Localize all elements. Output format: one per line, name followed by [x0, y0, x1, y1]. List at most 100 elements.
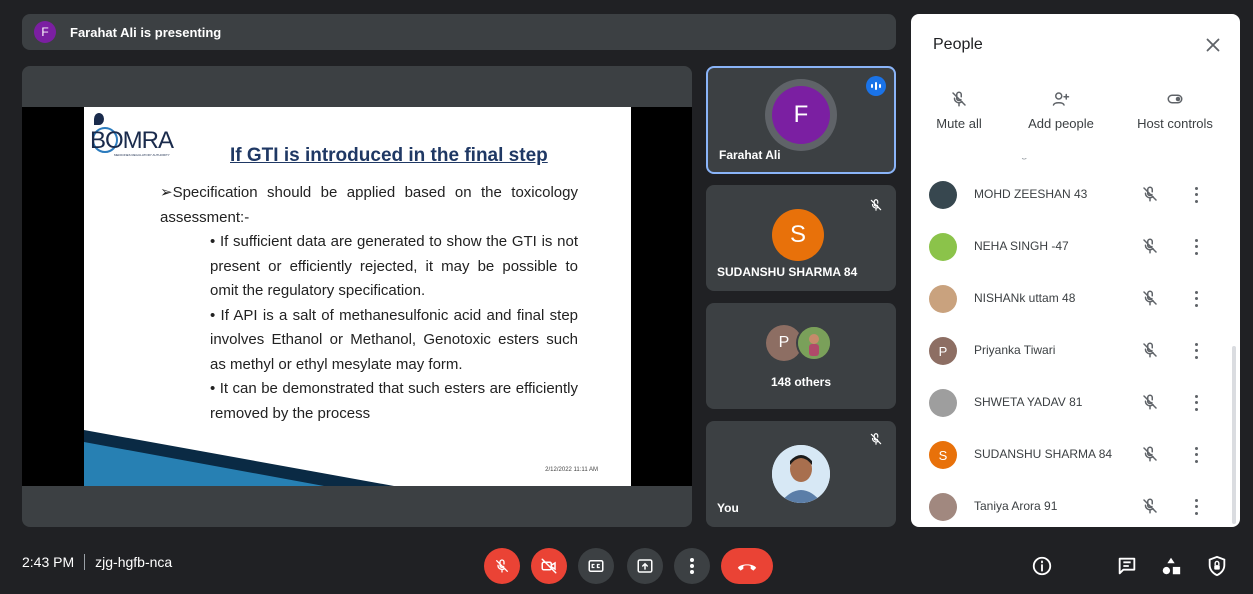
- list-item[interactable]: SHWETA YADAV 81: [911, 377, 1231, 429]
- shared-screen: BOMRA MEDICINES REGULATORY AUTHORITY If …: [22, 107, 692, 486]
- participant-name: Taniya Arora 91: [974, 499, 1058, 513]
- add-person-icon: [1052, 92, 1070, 106]
- list-item-partial: g: [911, 158, 1231, 164]
- participant-name: Farahat Ali: [719, 148, 781, 162]
- participant-avatar: P: [929, 337, 957, 365]
- mic-off-icon[interactable]: [1141, 341, 1159, 359]
- presenting-label: Farahat Ali is presenting: [70, 24, 222, 40]
- presenter-avatar: F: [34, 21, 56, 43]
- captions-icon: [588, 560, 604, 572]
- slide-title: If GTI is introduced in the final step: [230, 145, 548, 166]
- divider: [84, 554, 86, 570]
- self-photo-avatar: [772, 445, 830, 503]
- participant-tile-sudanshu[interactable]: S SUDANSHU SHARMA 84: [706, 185, 896, 291]
- scrollbar[interactable]: [1232, 346, 1236, 524]
- camera-off-icon: [541, 558, 557, 574]
- self-tile[interactable]: You: [706, 421, 896, 527]
- more-options-icon[interactable]: [1191, 237, 1201, 257]
- logo-pin-icon: [94, 113, 104, 125]
- captions-button[interactable]: [578, 548, 614, 584]
- participant-photo-avatar: [796, 325, 832, 361]
- mic-off-icon: [866, 429, 886, 449]
- close-icon[interactable]: [1202, 34, 1224, 56]
- mic-off-icon[interactable]: [1141, 445, 1159, 463]
- meeting-details-icon[interactable]: [1031, 555, 1053, 577]
- add-people-button[interactable]: Add people: [1021, 90, 1101, 131]
- mic-off-icon[interactable]: [1141, 289, 1159, 307]
- mic-toggle-button[interactable]: [484, 548, 520, 584]
- mic-off-icon[interactable]: [1141, 497, 1159, 515]
- camera-toggle-button[interactable]: [531, 548, 567, 584]
- host-controls-button[interactable]: Host controls: [1133, 90, 1217, 131]
- others-count: 148 others: [770, 375, 832, 389]
- mic-off-icon[interactable]: [1141, 185, 1159, 203]
- slide-point: • It can be demonstrated that such ester…: [210, 380, 578, 422]
- slide-decoration: [84, 442, 324, 486]
- participant-avatar: F: [772, 86, 830, 144]
- participant-avatar: S: [772, 209, 824, 261]
- meeting-code: zjg-hgfb-nca: [95, 554, 173, 570]
- more-options-icon[interactable]: [1191, 497, 1201, 517]
- slide-point: • If sufficient data are generated to sh…: [210, 233, 578, 299]
- more-options-icon[interactable]: [1191, 341, 1201, 361]
- slide-point: • If API is a salt of methanesulfonic ac…: [210, 306, 578, 373]
- mic-off-icon[interactable]: [1141, 237, 1159, 255]
- participant-name: NEHA SINGH -47: [974, 239, 1069, 253]
- host-controls-label: Host controls: [1137, 116, 1213, 131]
- hang-up-icon: [737, 564, 757, 571]
- add-people-label: Add people: [1028, 116, 1094, 131]
- chat-icon[interactable]: [1116, 555, 1138, 577]
- more-options-icon[interactable]: [1191, 289, 1201, 309]
- more-options-icon[interactable]: [1191, 185, 1201, 205]
- participant-list: g MOHD ZEESHAN 43 NEHA SINGH -47 NISHANk…: [911, 158, 1240, 527]
- slide-date: 2/12/2022 11:11 AM: [545, 467, 598, 473]
- host-controls-shield-icon[interactable]: [1206, 555, 1228, 577]
- participant-photo-avatar: [929, 285, 957, 313]
- bomra-logo: BOMRA MEDICINES REGULATORY AUTHORITY: [90, 113, 200, 159]
- logo-text: BOMRA: [90, 127, 174, 154]
- participant-name: SUDANSHU SHARMA 84: [717, 265, 858, 279]
- more-vert-icon: [690, 558, 694, 574]
- activities-icon[interactable]: [1160, 555, 1182, 577]
- participant-name: You: [717, 501, 739, 515]
- meet-window: F Farahat Ali is presenting BOMRA MEDICI…: [0, 0, 1253, 594]
- slide-lead: ➢Specification should be applied based o…: [160, 184, 578, 226]
- mic-off-icon: [496, 559, 508, 573]
- mic-off-icon: [952, 91, 966, 107]
- participant-photo-avatar: [929, 233, 957, 261]
- participant-tile-farahat[interactable]: F Farahat Ali: [706, 66, 896, 174]
- clock: 2:43 PM: [22, 554, 75, 570]
- speaking-indicator-icon: [866, 76, 886, 96]
- toggle-icon: [1167, 94, 1183, 104]
- participant-name: SHWETA YADAV 81: [974, 395, 1083, 409]
- people-panel: People Mute all Add people Host controls…: [911, 14, 1240, 527]
- present-now-button[interactable]: [627, 548, 663, 584]
- participant-photo-avatar: [929, 389, 957, 417]
- participant-photo-avatar: [929, 493, 957, 521]
- meeting-info: 2:43 PM zjg-hgfb-nca: [22, 554, 172, 570]
- list-item[interactable]: MOHD ZEESHAN 43: [911, 169, 1231, 221]
- list-item[interactable]: Taniya Arora 91: [911, 481, 1231, 527]
- more-options-icon[interactable]: [1191, 445, 1201, 465]
- list-item[interactable]: S SUDANSHU SHARMA 84: [911, 429, 1231, 481]
- presenting-banner: F Farahat Ali is presenting: [22, 14, 896, 50]
- logo-subtitle: MEDICINES REGULATORY AUTHORITY: [114, 153, 170, 157]
- others-tile[interactable]: P 148 others: [706, 303, 896, 409]
- present-screen-icon: [637, 559, 653, 573]
- slide: BOMRA MEDICINES REGULATORY AUTHORITY If …: [84, 107, 631, 486]
- more-options-button[interactable]: [674, 548, 710, 584]
- participant-photo-avatar: [929, 181, 957, 209]
- list-item[interactable]: P Priyanka Tiwari: [911, 325, 1231, 377]
- participant-name: MOHD ZEESHAN 43: [974, 187, 1088, 201]
- more-options-icon[interactable]: [1191, 393, 1201, 413]
- list-item[interactable]: NEHA SINGH -47: [911, 221, 1231, 273]
- participant-avatar: S: [929, 441, 957, 469]
- mic-off-icon: [866, 195, 886, 215]
- presentation-tile[interactable]: BOMRA MEDICINES REGULATORY AUTHORITY If …: [22, 66, 692, 527]
- list-item[interactable]: NISHANk uttam 48: [911, 273, 1231, 325]
- leave-call-button[interactable]: [721, 548, 773, 584]
- participant-name: Priyanka Tiwari: [974, 343, 1056, 357]
- mute-all-button[interactable]: Mute all: [933, 90, 985, 131]
- mic-off-icon[interactable]: [1141, 393, 1159, 411]
- panel-title: People: [933, 36, 983, 53]
